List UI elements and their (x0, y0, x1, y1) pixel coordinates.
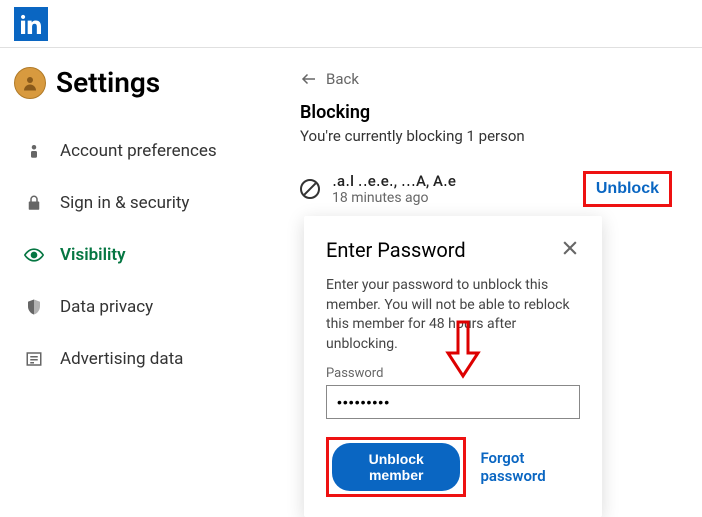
settings-header: Settings (14, 66, 262, 99)
shield-icon (22, 298, 46, 316)
sidebar-item-sign-in-security[interactable]: Sign in & security (14, 177, 262, 229)
avatar[interactable] (14, 67, 46, 99)
sidebar-item-label: Data privacy (60, 297, 153, 317)
lock-icon (22, 194, 46, 212)
sidebar-item-label: Account preferences (60, 141, 217, 161)
sidebar-item-label: Sign in & security (60, 193, 189, 213)
enter-password-modal: Enter Password Enter your password to un… (304, 216, 602, 517)
top-bar (0, 0, 702, 48)
blocked-member-row: ․a․l ․․e․e․, ․․․A, A․e 18 minutes ago Un… (300, 167, 672, 211)
back-label: Back (326, 70, 359, 88)
unblock-button[interactable]: Unblock (583, 171, 672, 207)
modal-description: Enter your password to unblock this memb… (326, 276, 580, 354)
close-icon[interactable] (560, 238, 580, 262)
member-name: ․a․l ․․e․e․, ․․․A, A․e (332, 172, 583, 190)
back-button[interactable]: Back (300, 70, 672, 88)
eye-icon (22, 245, 46, 265)
section-subtitle: You're currently blocking 1 person (300, 127, 672, 145)
sidebar-item-visibility[interactable]: Visibility (14, 229, 262, 281)
settings-sidebar: Settings Account preferences Sign in & s… (0, 48, 270, 517)
sidebar-item-label: Visibility (60, 245, 126, 265)
linkedin-logo[interactable] (14, 7, 48, 41)
sidebar-item-label: Advertising data (60, 349, 183, 369)
section-title: Blocking (300, 102, 672, 123)
person-icon (22, 142, 46, 160)
password-input[interactable] (326, 385, 580, 419)
sidebar-item-data-privacy[interactable]: Data privacy (14, 281, 262, 333)
sidebar-item-account-preferences[interactable]: Account preferences (14, 125, 262, 177)
unblock-member-button[interactable]: Unblock member (332, 443, 460, 491)
blocked-icon (300, 179, 320, 199)
member-time: 18 minutes ago (332, 190, 583, 206)
password-label: Password (326, 366, 580, 381)
modal-title: Enter Password (326, 238, 466, 262)
sidebar-item-advertising-data[interactable]: Advertising data (14, 333, 262, 385)
forgot-password-link[interactable]: Forgot password (480, 449, 580, 485)
arrow-left-icon (300, 70, 318, 88)
newspaper-icon (22, 350, 46, 368)
page-title: Settings (56, 66, 160, 99)
